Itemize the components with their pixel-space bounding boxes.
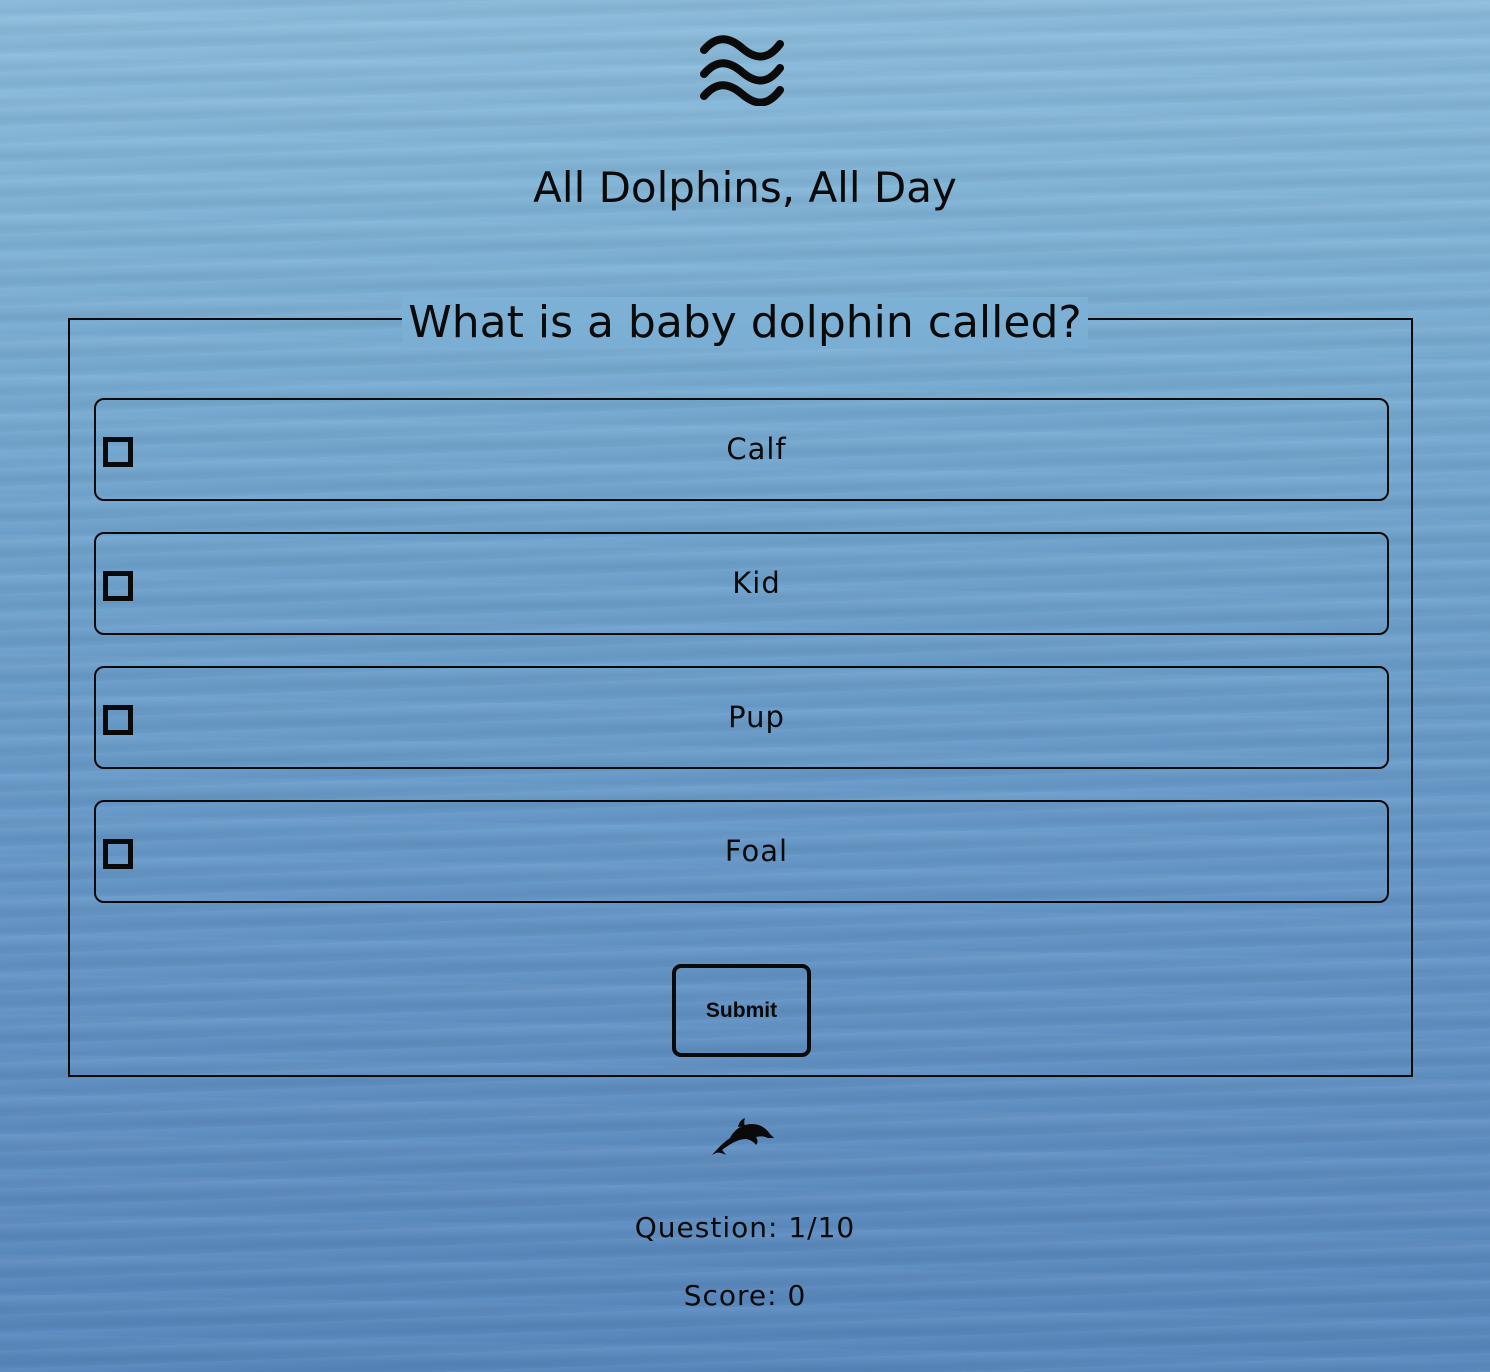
answer-option-kid[interactable]: Kid bbox=[94, 532, 1389, 635]
answer-label: Kid bbox=[732, 566, 781, 600]
score-display: Score: 0 bbox=[683, 1279, 807, 1312]
site-title: All Dolphins, All Day bbox=[533, 163, 957, 212]
answer-label: Foal bbox=[724, 834, 789, 868]
answer-option-foal[interactable]: Foal bbox=[94, 800, 1389, 903]
question-label: What is a baby dolphin called? bbox=[402, 297, 1088, 348]
dolphin-icon bbox=[712, 1118, 774, 1155]
submit-button[interactable]: Submit bbox=[672, 964, 811, 1057]
question-progress: Question: 1/10 bbox=[634, 1211, 856, 1244]
answer-option-calf[interactable]: Calf bbox=[94, 398, 1389, 501]
answer-option-pup[interactable]: Pup bbox=[94, 666, 1389, 769]
answer-label: Pup bbox=[728, 700, 785, 734]
waves-icon bbox=[700, 35, 784, 106]
answer-label: Calf bbox=[726, 432, 787, 466]
